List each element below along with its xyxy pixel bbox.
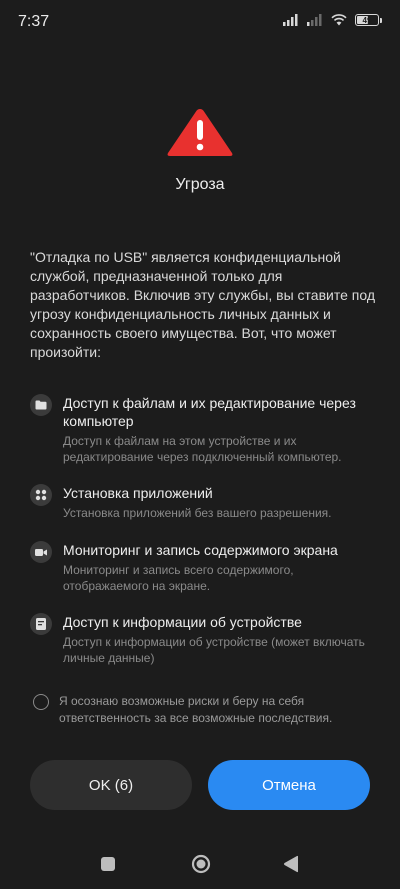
warning-icon [167,109,233,156]
wifi-icon [331,14,347,26]
permission-item: Доступ к файлам и их редактирование чере… [30,394,375,465]
acknowledge-text: Я осознаю возможные риски и беру на себя… [59,694,333,725]
permission-title: Доступ к информации об устройстве [63,614,302,630]
permission-body: Установка приложений Установка приложени… [63,484,373,521]
status-bar: 7:37 49 [0,0,400,44]
back-icon[interactable] [283,855,299,873]
permission-item: Установка приложений Установка приложени… [30,484,375,521]
navigation-bar [0,840,400,889]
battery-tip [380,17,382,23]
permission-item: Доступ к информации об устройстве Доступ… [30,613,375,666]
cancel-button[interactable]: Отмена [208,760,370,810]
permission-body: Доступ к файлам и их редактирование чере… [63,394,373,465]
signal-2-icon [307,14,322,26]
permission-description: Мониторинг и запись всего содержимого, о… [63,563,294,593]
permission-body: Мониторинг и запись содержимого экрана М… [63,541,373,594]
permission-title: Установка приложений [63,485,213,501]
dialog-title: Угроза [175,176,225,193]
acknowledge-row[interactable]: Я осознаю возможные риски и беру на себя… [33,693,378,727]
signal-icon [283,14,298,26]
permission-title: Мониторинг и запись содержимого экрана [63,542,338,558]
battery-level: 49 [362,15,372,25]
status-time: 7:37 [18,13,50,30]
permission-title: Доступ к файлам и их редактирование чере… [63,395,356,429]
status-icons: 49 [283,14,382,26]
permission-description: Доступ к информации об устройстве (может… [63,635,365,665]
permission-description: Доступ к файлам на этом устройстве и их … [63,434,342,464]
home-icon[interactable] [191,854,211,874]
folder-icon [30,394,52,416]
permission-description: Установка приложений без вашего разрешен… [63,506,332,520]
permission-body: Доступ к информации об устройстве Доступ… [63,613,373,666]
ok-button[interactable]: OK (6) [30,760,192,810]
battery-icon: 49 [355,14,379,26]
acknowledge-radio[interactable] [33,694,49,710]
intro-text: "Отладка по USB" является конфиденциальн… [30,249,375,360]
document-icon [30,613,52,635]
recents-icon[interactable] [101,857,115,871]
apps-icon [30,484,52,506]
video-camera-icon [30,541,52,563]
permission-item: Мониторинг и запись содержимого экрана М… [30,541,375,594]
